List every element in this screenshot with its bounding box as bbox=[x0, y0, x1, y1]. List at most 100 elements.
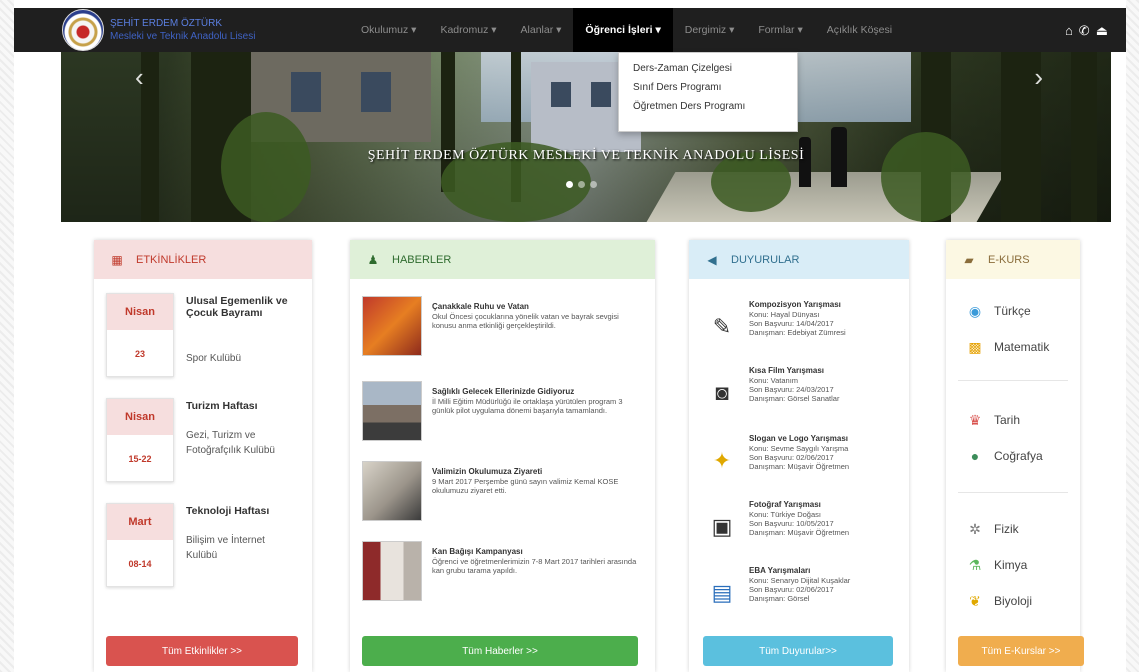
user-icon[interactable]: ⏏ bbox=[1096, 24, 1108, 37]
announcement-item[interactable]: ◙ Kısa Film Yarışması Konu: Vatanım Son … bbox=[703, 364, 903, 428]
course-turkce[interactable]: ◉ Türkçe bbox=[964, 300, 1031, 322]
announcement-title[interactable]: Kısa Film Yarışması bbox=[749, 366, 899, 375]
slider-dot[interactable] bbox=[590, 181, 597, 188]
menu-item-kadromuz[interactable]: Kadromuz ▾ bbox=[428, 8, 508, 52]
etkinlikler-header: ▦ ETKİNLİKLER bbox=[94, 240, 312, 279]
news-item[interactable]: Çanakkale Ruhu ve Vatan Okul Öncesi çocu… bbox=[362, 296, 644, 358]
duyurular-header: ◀ DUYURULAR bbox=[689, 240, 909, 279]
school-logo[interactable] bbox=[62, 9, 104, 51]
course-tarih[interactable]: ♛ Tarih bbox=[964, 409, 1020, 431]
news-title[interactable]: Çanakkale Ruhu ve Vatan bbox=[432, 302, 642, 311]
news-thumbnail[interactable] bbox=[362, 461, 422, 521]
event-title[interactable]: Teknoloji Haftası bbox=[186, 505, 306, 517]
nav-icons: ⌂ ✆ ⏏ bbox=[1065, 8, 1108, 52]
announcement-item[interactable]: ▤ EBA Yarışmaları Konu: Senaryo Dijital … bbox=[703, 564, 903, 628]
course-matematik[interactable]: ▩ Matematik bbox=[964, 336, 1049, 358]
main-menu: Okulumuz ▾ Kadromuz ▾ Alanlar ▾ Öğrenci … bbox=[349, 8, 904, 52]
announcement-item[interactable]: ▣ Fotoğraf Yarışması Konu: Türkiye Doğas… bbox=[703, 498, 903, 562]
announcement-title[interactable]: Fotoğraf Yarışması bbox=[749, 500, 899, 509]
news-item[interactable]: Sağlıklı Gelecek Ellerinizde Gidiyoruz İ… bbox=[362, 381, 644, 443]
etkinlikler-panel: ▦ ETKİNLİKLER Nisan 23 Ulusal Egemenlik … bbox=[94, 240, 312, 672]
news-item[interactable]: Kan Bağışı Kampanyası Öğrenci ve öğretme… bbox=[362, 541, 644, 603]
event-title[interactable]: Turizm Haftası bbox=[186, 400, 306, 412]
course-cografya[interactable]: ● Coğrafya bbox=[964, 445, 1043, 467]
camera-icon: ◙ bbox=[715, 380, 729, 405]
atom-icon: ✲ bbox=[969, 520, 981, 537]
news-thumbnail[interactable] bbox=[362, 296, 422, 356]
slider-dot[interactable] bbox=[566, 181, 573, 188]
graduation-cap-icon: ▰ bbox=[964, 252, 974, 267]
home-icon[interactable]: ⌂ bbox=[1065, 24, 1073, 37]
navbar: ŞEHİT ERDEM ÖZTÜRK Mesleki ve Teknik Ana… bbox=[14, 8, 1126, 52]
duyurular-title: DUYURULAR bbox=[731, 253, 800, 266]
ekurs-title: E-KURS bbox=[988, 253, 1030, 266]
news-title[interactable]: Sağlıklı Gelecek Ellerinizde Gidiyoruz bbox=[432, 387, 642, 396]
menu-item-okulumuz[interactable]: Okulumuz ▾ bbox=[349, 8, 428, 52]
page: ŞEHİT ERDEM ÖZTÜRK Mesleki ve Teknik Ana… bbox=[14, 0, 1126, 672]
event-title[interactable]: Ulusal Egemenlik ve Çocuk Bayramı bbox=[186, 295, 306, 319]
person-icon: ♟ bbox=[367, 252, 379, 267]
slide-caption: ŞEHİT ERDEM ÖZTÜRK MESLEKİ VE TEKNİK ANA… bbox=[367, 148, 805, 163]
pen-icon: ✎ bbox=[712, 314, 732, 339]
news-text: 9 Mart 2017 Perşembe günü sayın valimiz … bbox=[432, 477, 619, 495]
all-announcements-button[interactable]: Tüm Duyurular>> bbox=[703, 636, 893, 666]
abacus-icon: ▩ bbox=[968, 338, 982, 355]
event-date: Nisan 23 bbox=[106, 293, 174, 377]
news-text: Öğrenci ve öğretmenlerimizin 7-8 Mart 20… bbox=[432, 557, 637, 575]
haberler-title: HABERLER bbox=[392, 253, 452, 266]
slider-next-icon[interactable]: › bbox=[1034, 62, 1043, 93]
news-title[interactable]: Valimizin Okulumuza Ziyareti bbox=[432, 467, 642, 476]
news-thumbnail[interactable] bbox=[362, 541, 422, 601]
news-text: Okul Öncesi çocuklarına yönelik vatan ve… bbox=[432, 312, 619, 330]
haberler-header: ♟ HABERLER bbox=[350, 240, 655, 279]
menu-item-aciklik-kosesi[interactable]: Açıklık Köşesi bbox=[815, 8, 904, 52]
event-org: Spor Kulübü bbox=[186, 353, 242, 364]
announcement-title[interactable]: EBA Yarışmaları bbox=[749, 566, 899, 575]
slider-dot[interactable] bbox=[578, 181, 585, 188]
all-courses-button[interactable]: Tüm E-Kurslar >> bbox=[958, 636, 1084, 666]
news-title[interactable]: Kan Bağışı Kampanyası bbox=[432, 547, 642, 556]
menu-item-alanlar[interactable]: Alanlar ▾ bbox=[509, 8, 574, 52]
brand-text: ŞEHİT ERDEM ÖZTÜRK Mesleki ve Teknik Ana… bbox=[110, 17, 255, 43]
announcement-item[interactable]: ✦ Slogan ve Logo Yarışması Konu: Sevme S… bbox=[703, 432, 903, 496]
ogrenci-isleri-dropdown: Ders-Zaman Çizelgesi Sınıf Ders Programı… bbox=[618, 52, 798, 132]
divider bbox=[958, 492, 1068, 493]
event-date: Mart 08-14 bbox=[106, 503, 174, 587]
menu-item-ogrenci-isleri[interactable]: Öğrenci İşleri ▾ bbox=[573, 8, 673, 52]
announcement-title[interactable]: Kompozisyon Yarışması bbox=[749, 300, 899, 309]
trophy-icon: ✦ bbox=[712, 448, 732, 473]
news-item[interactable]: Valimizin Okulumuza Ziyareti 9 Mart 2017… bbox=[362, 461, 644, 523]
course-fizik[interactable]: ✲ Fizik bbox=[964, 518, 1019, 540]
ekurs-header: ▰ E-KURS bbox=[946, 240, 1080, 279]
announcement-title[interactable]: Slogan ve Logo Yarışması bbox=[749, 434, 899, 443]
phone-icon[interactable]: ✆ bbox=[1079, 24, 1090, 37]
haberler-panel: ♟ HABERLER Çanakkale Ruhu ve Vatan Okul … bbox=[350, 240, 655, 672]
brand-line-1: ŞEHİT ERDEM ÖZTÜRK bbox=[110, 18, 223, 29]
crown-icon: ♛ bbox=[968, 411, 982, 428]
all-news-button[interactable]: Tüm Haberler >> bbox=[362, 636, 638, 666]
flask-icon: ⚗ bbox=[968, 556, 982, 573]
all-events-button[interactable]: Tüm Etkinlikler >> bbox=[106, 636, 298, 666]
slider-prev-icon[interactable]: ‹ bbox=[135, 62, 144, 93]
dropdown-item-sinif-programi[interactable]: Sınıf Ders Programı bbox=[619, 78, 797, 97]
event-org: Gezi, Turizm ve Fotoğrafçılık Kulübü bbox=[186, 430, 275, 456]
brand-line-2: Mesleki ve Teknik Anadolu Lisesi bbox=[110, 31, 256, 42]
slider-dots bbox=[566, 181, 597, 188]
course-kimya[interactable]: ⚗ Kimya bbox=[964, 554, 1028, 576]
hero-slider: ŞEHİT ERDEM ÖZTÜRK MESLEKİ VE TEKNİK ANA… bbox=[61, 52, 1111, 222]
brand[interactable]: ŞEHİT ERDEM ÖZTÜRK Mesleki ve Teknik Ana… bbox=[14, 9, 349, 51]
announcement-item[interactable]: ✎ Kompozisyon Yarışması Konu: Hayal Düny… bbox=[703, 298, 903, 362]
menu-item-formlar[interactable]: Formlar ▾ bbox=[746, 8, 814, 52]
news-thumbnail[interactable] bbox=[362, 381, 422, 441]
calendar-icon: ▦ bbox=[111, 252, 123, 267]
megaphone-icon: ◀ bbox=[707, 252, 717, 267]
photo-camera-icon: ▣ bbox=[711, 514, 733, 539]
computer-icon: ▤ bbox=[711, 580, 733, 605]
course-biyoloji[interactable]: ❦ Biyoloji bbox=[964, 590, 1032, 612]
divider bbox=[958, 380, 1068, 381]
dropdown-item-ogretmen-programi[interactable]: Öğretmen Ders Programı bbox=[619, 97, 797, 116]
menu-item-dergimiz[interactable]: Dergimiz ▾ bbox=[673, 8, 747, 52]
dropdown-item-ders-zaman[interactable]: Ders-Zaman Çizelgesi bbox=[619, 59, 797, 78]
event-org: Bilişim ve İnternet Kulübü bbox=[186, 535, 265, 561]
etkinlikler-title: ETKİNLİKLER bbox=[136, 253, 207, 266]
